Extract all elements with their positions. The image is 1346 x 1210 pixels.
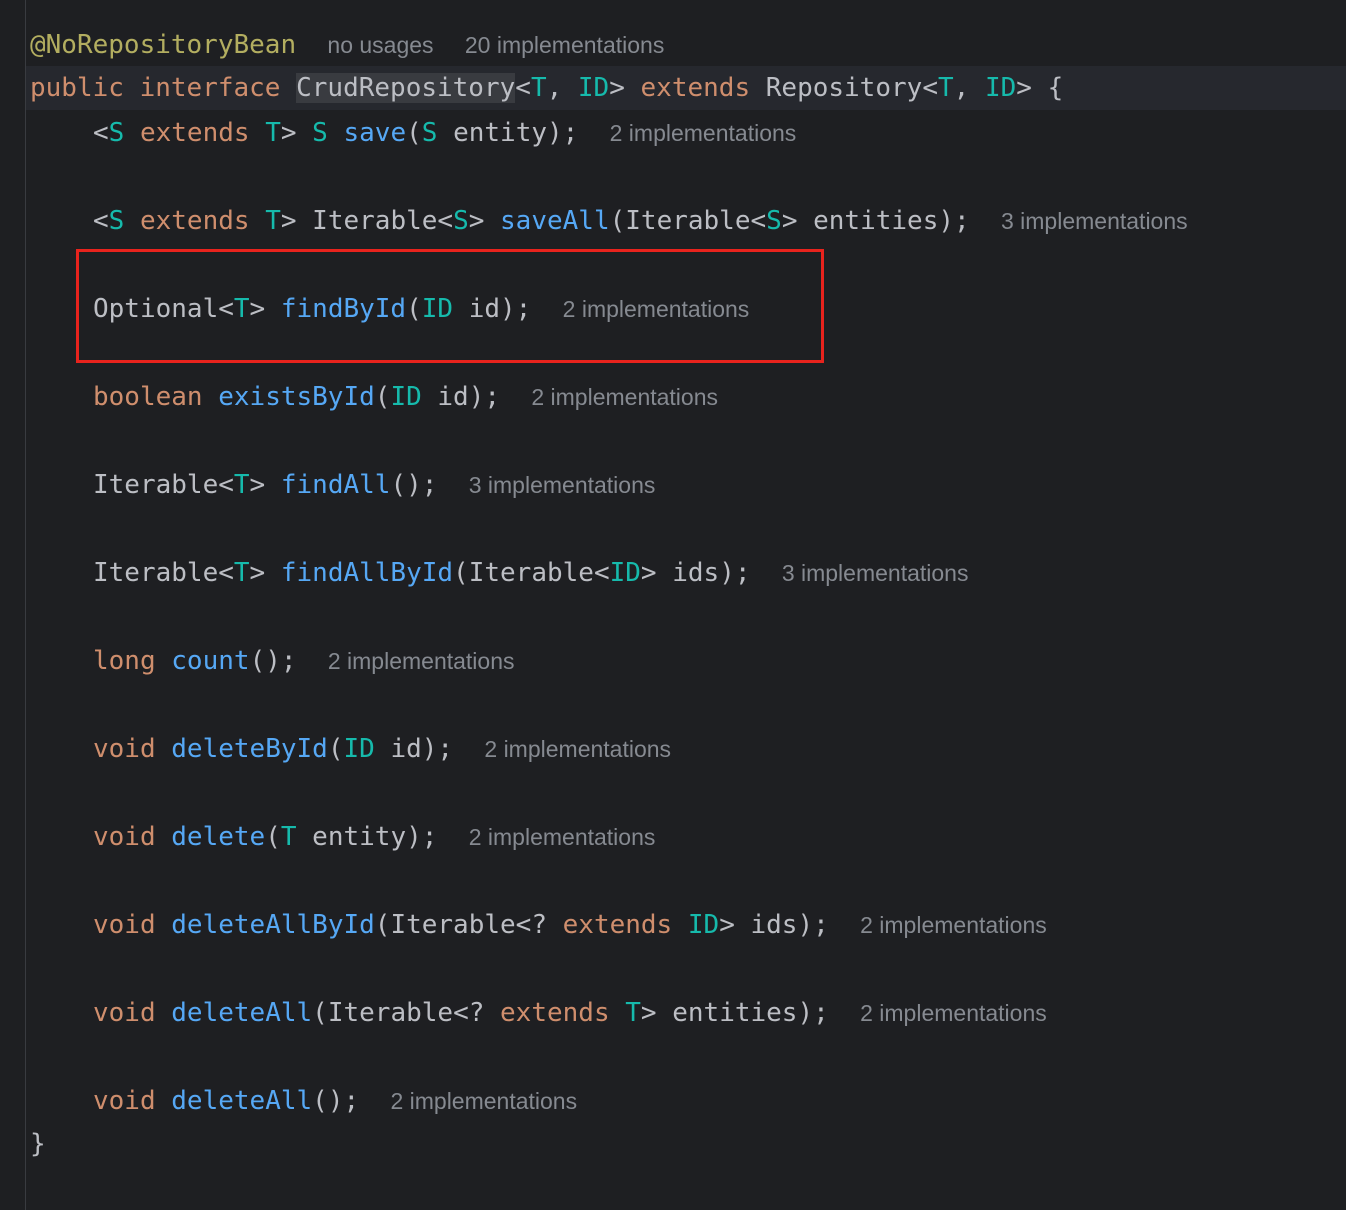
return-type: boolean bbox=[93, 382, 203, 412]
code-line-close[interactable]: } bbox=[30, 1128, 46, 1160]
param-name: id bbox=[390, 734, 422, 764]
param-name: entities bbox=[813, 206, 939, 236]
implementations-hint[interactable]: 2 implementations bbox=[531, 384, 718, 410]
param-name: entities bbox=[672, 998, 798, 1028]
param-type: ID bbox=[390, 382, 422, 412]
indent-guide bbox=[25, 0, 26, 1210]
param-type: ID bbox=[343, 734, 375, 764]
code-line-deleteById[interactable]: void deleteById(ID id); 2 implementation… bbox=[93, 733, 671, 765]
param-name: ids bbox=[750, 910, 798, 940]
keyword-extends: extends bbox=[139, 118, 250, 148]
method-name[interactable]: delete bbox=[171, 822, 265, 852]
highlight-box bbox=[76, 249, 824, 363]
return-type: S bbox=[312, 118, 328, 148]
method-name[interactable]: count bbox=[171, 646, 249, 676]
param-type: S bbox=[421, 118, 438, 148]
type-param: ID bbox=[687, 910, 720, 940]
return-type: void bbox=[93, 822, 156, 852]
return-type: long bbox=[93, 646, 156, 676]
method-name[interactable]: existsById bbox=[218, 382, 375, 412]
implementations-hint[interactable]: 2 implementations bbox=[860, 912, 1047, 938]
open-brace: { bbox=[1047, 73, 1064, 103]
code-editor[interactable]: @NoRepositoryBean no usages 20 implement… bbox=[0, 0, 1346, 1210]
implementations-hint[interactable]: 2 implementations bbox=[860, 1000, 1047, 1026]
keyword-extends: extends bbox=[562, 910, 673, 940]
implementations-hint[interactable]: 3 implementations bbox=[782, 560, 969, 586]
type-param: S bbox=[766, 206, 782, 236]
keyword-public: public bbox=[30, 73, 124, 103]
code-line-count[interactable]: long count(); 2 implementations bbox=[93, 645, 515, 677]
param-type: Iterable bbox=[390, 910, 516, 940]
method-name[interactable]: save bbox=[343, 118, 406, 148]
param-type: Iterable bbox=[625, 206, 751, 236]
type-param: ID bbox=[577, 73, 610, 103]
code-line-deleteAll-entities[interactable]: void deleteAll(Iterable<? extends T> ent… bbox=[93, 997, 1047, 1029]
parent-interface[interactable]: Repository bbox=[766, 73, 923, 103]
type-param: T bbox=[233, 558, 250, 588]
return-type: void bbox=[93, 1086, 156, 1116]
implementations-hint[interactable]: 20 implementations bbox=[465, 32, 664, 58]
code-line-declaration[interactable]: public interface CrudRepository<T, ID> e… bbox=[30, 72, 1063, 104]
code-line-annotation[interactable]: @NoRepositoryBean no usages 20 implement… bbox=[30, 29, 664, 61]
usages-hint[interactable]: no usages bbox=[327, 32, 433, 58]
type-param: T bbox=[625, 998, 641, 1028]
param-type: Iterable bbox=[327, 998, 454, 1028]
code-line-deleteAllById[interactable]: void deleteAllById(Iterable<? extends ID… bbox=[93, 909, 1047, 941]
return-type: Iterable bbox=[312, 206, 438, 236]
method-name[interactable]: findAll bbox=[281, 470, 391, 500]
keyword-extends: extends bbox=[139, 206, 250, 236]
keyword-extends: extends bbox=[640, 73, 751, 103]
type-param: ID bbox=[984, 73, 1017, 103]
keyword-extends: extends bbox=[500, 998, 610, 1028]
code-line-existsById[interactable]: boolean existsById(ID id); 2 implementat… bbox=[93, 381, 718, 413]
code-line-save[interactable]: <S extends T> S save(S entity); 2 implem… bbox=[93, 117, 796, 149]
method-name[interactable]: saveAll bbox=[500, 206, 610, 236]
type-param: S bbox=[108, 206, 125, 236]
return-type: void bbox=[93, 734, 156, 764]
method-name[interactable]: deleteAllById bbox=[171, 910, 375, 940]
method-name[interactable]: deleteAll bbox=[171, 1086, 312, 1116]
param-type: T bbox=[280, 822, 297, 852]
implementations-hint[interactable]: 2 implementations bbox=[390, 1088, 577, 1114]
param-name: entity bbox=[453, 118, 547, 148]
code-line-findAll[interactable]: Iterable<T> findAll(); 3 implementations bbox=[93, 469, 655, 501]
return-type: Iterable bbox=[93, 470, 219, 500]
code-line-delete[interactable]: void delete(T entity); 2 implementations bbox=[93, 821, 655, 853]
method-name[interactable]: deleteById bbox=[171, 734, 328, 764]
method-name[interactable]: deleteAll bbox=[171, 998, 312, 1028]
param-name: id bbox=[437, 382, 469, 412]
implementations-hint[interactable]: 2 implementations bbox=[469, 824, 656, 850]
code-line-saveAll[interactable]: <S extends T> Iterable<S> saveAll(Iterab… bbox=[93, 205, 1188, 237]
param-name: entity bbox=[312, 822, 407, 852]
param-type: Iterable bbox=[468, 558, 594, 588]
return-type: Iterable bbox=[93, 558, 219, 588]
annotation: @NoRepositoryBean bbox=[30, 30, 297, 60]
interface-name[interactable]: CrudRepository bbox=[296, 73, 516, 103]
type-param: T bbox=[937, 73, 954, 103]
type-param: ID bbox=[609, 558, 641, 588]
keyword-interface: interface bbox=[139, 73, 281, 103]
type-param: T bbox=[265, 206, 281, 236]
implementations-hint[interactable]: 2 implementations bbox=[484, 736, 671, 762]
return-type: void bbox=[93, 910, 156, 940]
implementations-hint[interactable]: 2 implementations bbox=[328, 648, 515, 674]
type-param: S bbox=[453, 206, 469, 236]
close-brace: } bbox=[30, 1129, 46, 1159]
type-param: S bbox=[108, 118, 125, 148]
code-line-findAllById[interactable]: Iterable<T> findAllById(Iterable<ID> ids… bbox=[93, 557, 968, 589]
method-name[interactable]: findAllById bbox=[281, 558, 453, 588]
type-param: T bbox=[265, 118, 281, 148]
param-name: ids bbox=[672, 558, 720, 588]
code-line-deleteAll[interactable]: void deleteAll(); 2 implementations bbox=[93, 1085, 577, 1117]
type-param: T bbox=[530, 73, 547, 103]
return-type: void bbox=[93, 998, 156, 1028]
implementations-hint[interactable]: 3 implementations bbox=[1001, 208, 1188, 234]
type-param: T bbox=[233, 470, 250, 500]
implementations-hint[interactable]: 2 implementations bbox=[610, 120, 797, 146]
implementations-hint[interactable]: 3 implementations bbox=[469, 472, 656, 498]
